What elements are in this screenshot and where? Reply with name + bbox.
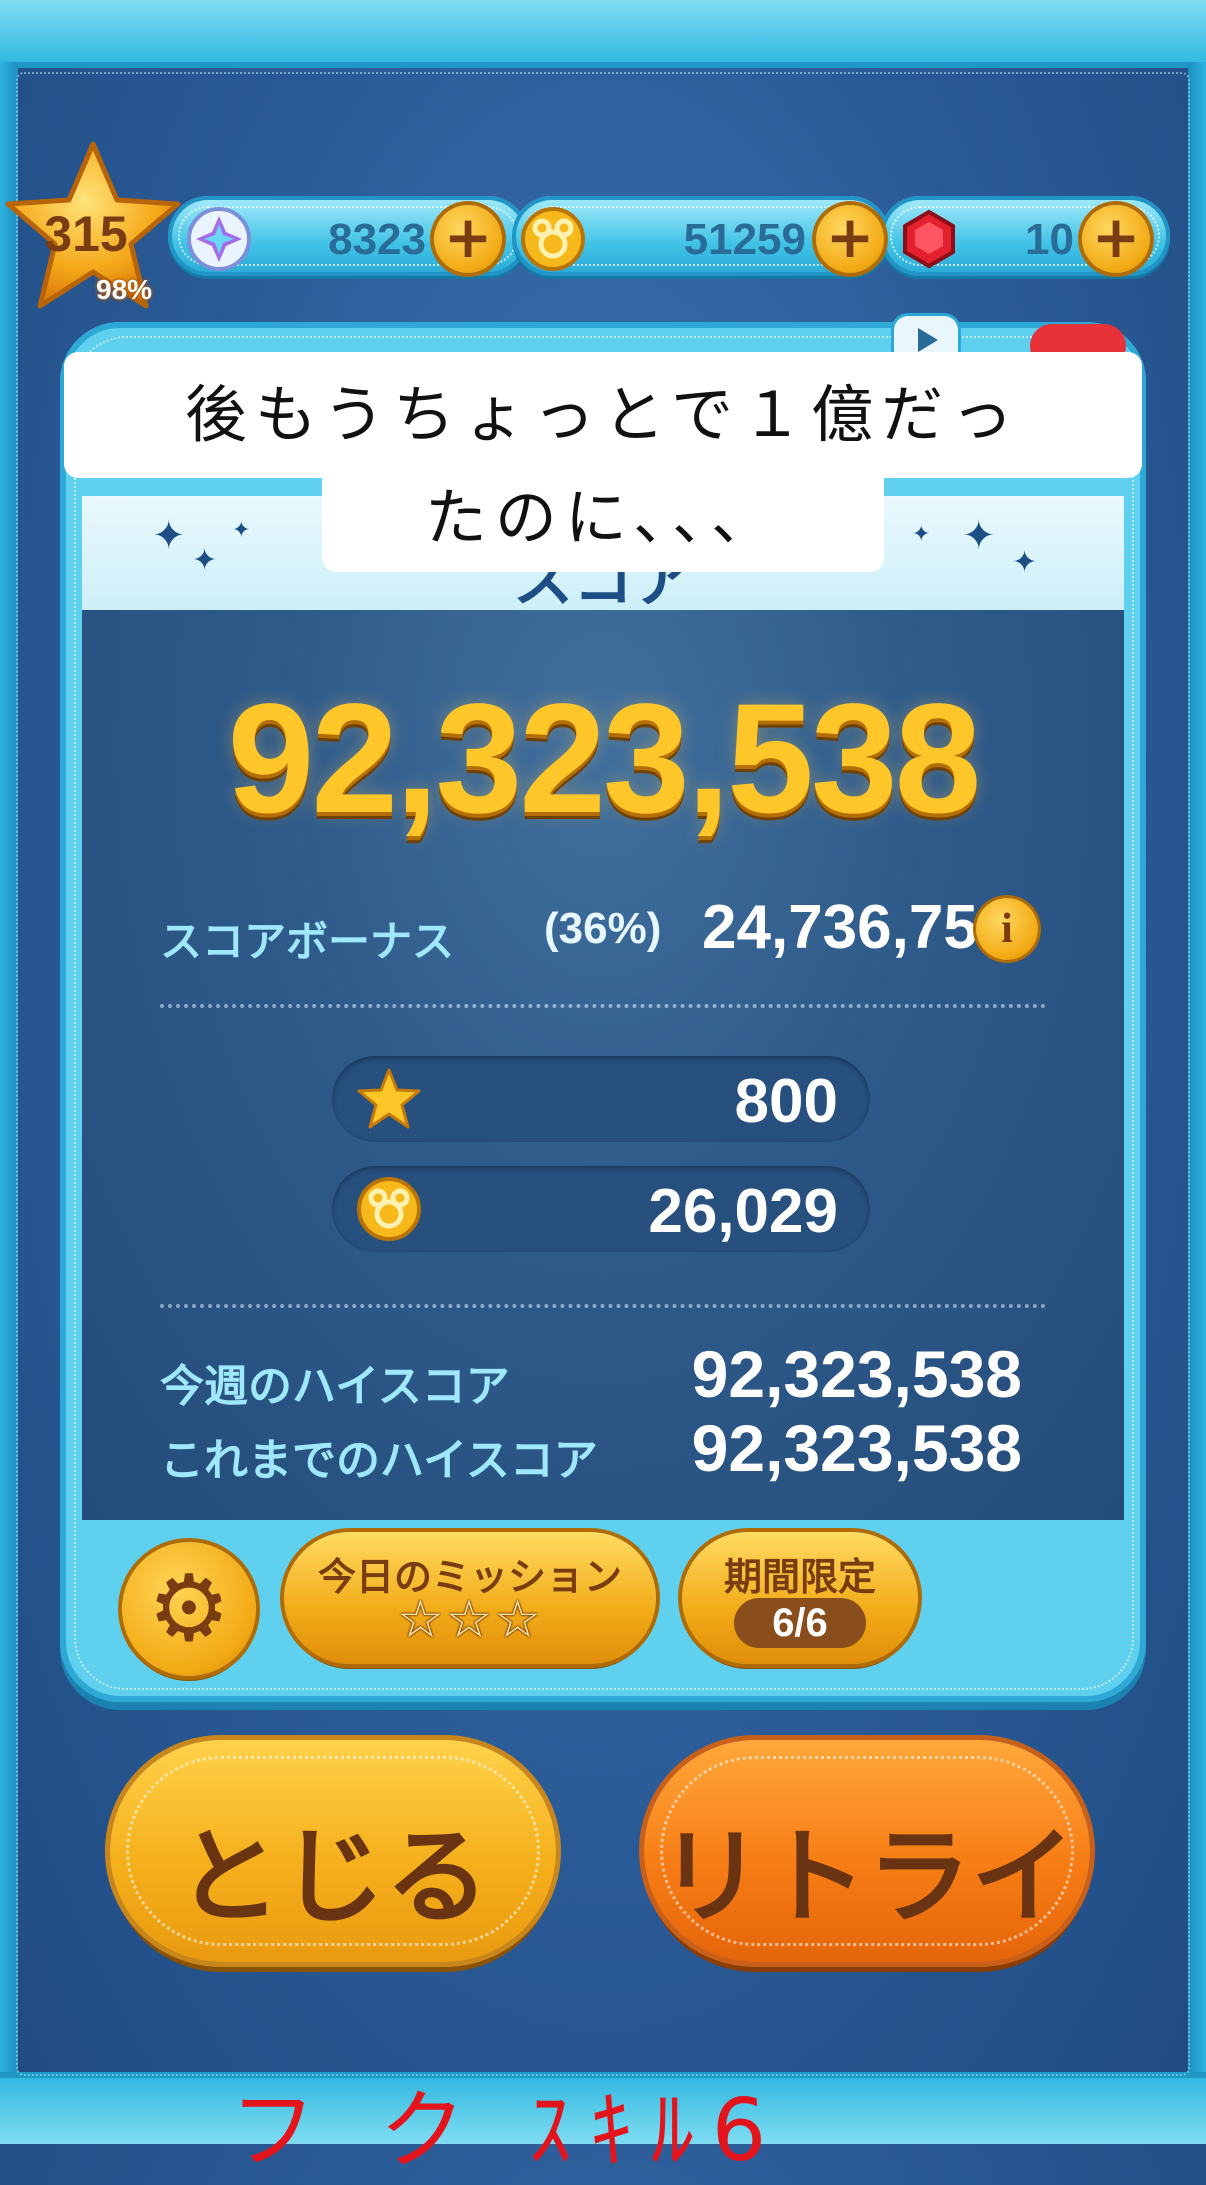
coins-count: 51259 (683, 215, 806, 264)
add-gems-button[interactable]: + (434, 205, 502, 273)
weekly-highscore-value: 92,323,538 (691, 1337, 1022, 1411)
close-button-label: とじる (176, 1816, 489, 1938)
level-progress: 98% (96, 274, 153, 305)
star-icon (357, 1068, 421, 1129)
exp-row: 800 (332, 1056, 870, 1142)
limited-event-button[interactable]: 期間限定 6/6 (682, 1532, 918, 1664)
settings-button[interactable]: ⚙ (122, 1542, 256, 1676)
score-bonus-label: スコアボーナス (160, 917, 455, 966)
coins-earned-row: 26,029 (332, 1166, 870, 1252)
add-rubies-button[interactable]: + (1082, 205, 1150, 273)
rubies-count: 10 (1025, 215, 1074, 264)
exp-value: 800 (734, 1067, 838, 1136)
gem-icon (187, 207, 251, 271)
score-bonus-percent: (36%) (544, 904, 662, 953)
gear-icon: ⚙ (147, 1555, 231, 1662)
retry-button-label: リトライ (658, 1816, 1075, 1938)
handwritten-note: フ ク ｽｷﾙ6 (230, 2081, 785, 2181)
info-icon: i (1001, 906, 1013, 952)
score-body: 92,323,538 スコアボーナス (36%) 24,736,759 i 80… (82, 610, 1124, 1520)
coin-icon (357, 1177, 421, 1241)
level-number: 315 (44, 206, 128, 262)
add-coins-button[interactable]: + (816, 205, 884, 273)
top-frame (0, 0, 1206, 68)
score-bonus-row: スコアボーナス (36%) 24,736,759 (160, 890, 1060, 966)
caption-line-2: たのに、、、 (322, 478, 884, 572)
info-button[interactable]: i (976, 898, 1038, 960)
limited-event-label: 期間限定 (723, 1555, 876, 1599)
divider (160, 1004, 1046, 1008)
sparkle-icon: ✦ (962, 513, 996, 559)
plus-icon: + (825, 203, 875, 271)
retry-button[interactable]: リトライ (644, 1740, 1090, 1962)
total-score: 92,323,538 (227, 672, 982, 846)
coins-earned-value: 26,029 (648, 1177, 838, 1246)
gems-count: 8323 (328, 215, 426, 264)
alltime-highscore-label: これまでのハイスコア (160, 1435, 598, 1486)
sparkle-icon: ✦ (152, 513, 186, 559)
sparkle-icon: ✦ (232, 518, 251, 543)
weekly-highscore-label: 今週のハイスコア (160, 1361, 510, 1412)
mission-stars: ☆☆☆ (397, 1590, 543, 1650)
plus-icon: + (443, 203, 493, 271)
limited-event-count: 6/6 (734, 1598, 866, 1648)
alltime-highscore-value: 92,323,538 (691, 1411, 1022, 1485)
daily-mission-button[interactable]: 今日のミッション ☆☆☆ (284, 1532, 656, 1664)
right-frame (1188, 62, 1206, 2144)
score-bonus-value: 24,736,759 (702, 893, 1013, 962)
coin-icon (521, 207, 585, 271)
divider (160, 1304, 1046, 1308)
plus-icon: + (1091, 203, 1141, 271)
sparkle-icon: ✦ (192, 543, 218, 578)
close-button[interactable]: とじる (110, 1740, 556, 1962)
caption-line-1: 後もうちょっとで１億だっ (64, 352, 1142, 478)
ruby-icon (903, 209, 955, 269)
sparkle-icon: ✦ (1012, 545, 1038, 580)
sparkle-icon: ✦ (912, 522, 931, 547)
